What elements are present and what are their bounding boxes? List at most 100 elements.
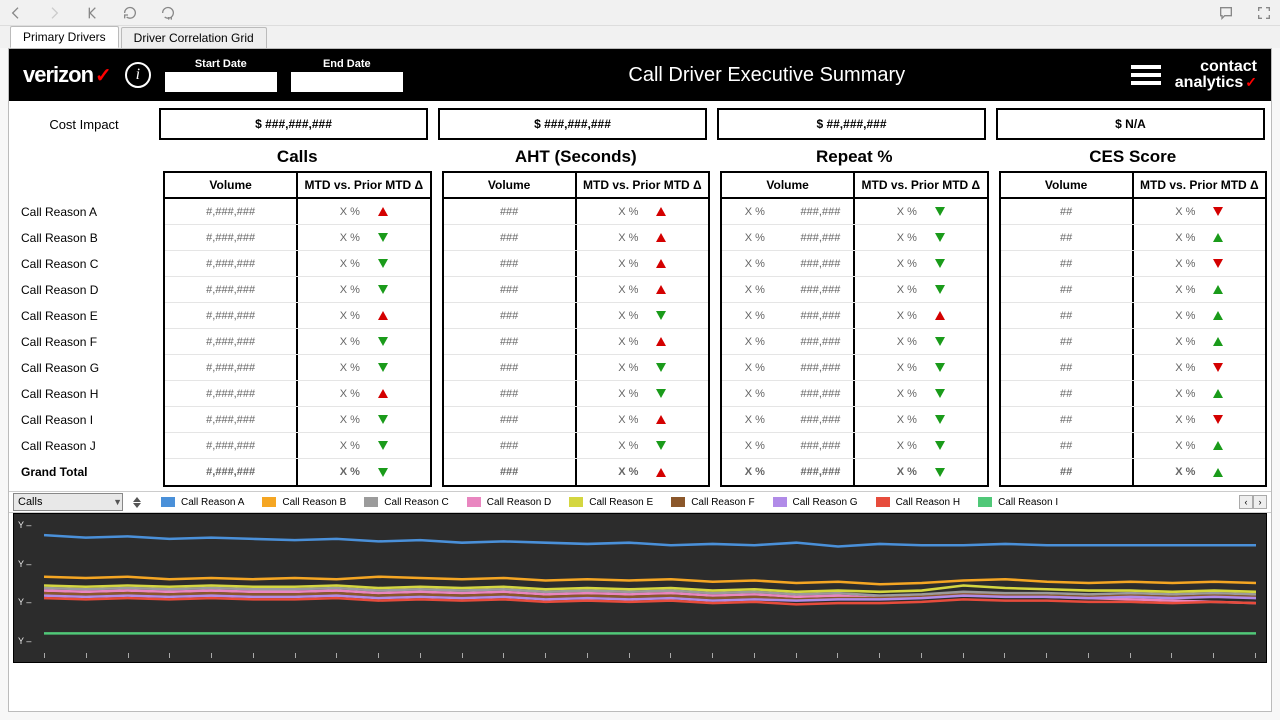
x-tick [796, 653, 797, 658]
table-row: X %###,###X % [722, 381, 987, 407]
x-tick [629, 653, 630, 658]
volume-cell: ### [444, 381, 577, 406]
cost-card-1[interactable]: $ ###,###,### [438, 108, 707, 140]
fullscreen-icon[interactable] [1254, 3, 1274, 23]
end-date-group: End Date [291, 58, 403, 92]
volume-cell: X %###,### [722, 303, 855, 328]
pause-refresh-icon[interactable] [158, 3, 178, 23]
delta-cell: X % [298, 433, 429, 458]
metric-title: Calls [163, 147, 432, 171]
delta-cell: X % [1134, 329, 1265, 354]
metric-block: CES ScoreVolumeMTD vs. Prior MTD Δ##X %#… [999, 147, 1268, 487]
legend-label: Call Reason F [691, 497, 754, 508]
table-row: #,###,###X % [165, 225, 430, 251]
reason-label: Call Reason E [13, 303, 163, 329]
metric-header-cell: Volume [722, 173, 855, 197]
table-row: ##X % [1001, 407, 1266, 433]
delta-cell: X % [855, 251, 986, 276]
legend-swatch [364, 497, 378, 507]
table-row: ###X % [444, 251, 709, 277]
delta-cell: X % [577, 381, 708, 406]
volume-cell: ### [444, 329, 577, 354]
legend-item[interactable]: Call Reason C [364, 497, 448, 508]
volume-cell: ## [1001, 433, 1134, 458]
table-row: ##X % [1001, 303, 1266, 329]
legend-item[interactable]: Call Reason A [161, 497, 244, 508]
menu-icon[interactable] [1131, 63, 1161, 87]
table-row: X %###,###X % [722, 251, 987, 277]
volume-cell: X %###,### [722, 329, 855, 354]
page-title: Call Driver Executive Summary [417, 64, 1117, 87]
legend-swatch [876, 497, 890, 507]
metric-stepper[interactable] [133, 497, 141, 508]
x-tick [1213, 653, 1214, 658]
delta-cell: X % [855, 355, 986, 380]
chart-metric-select[interactable]: Calls▼ [13, 493, 123, 511]
tab-driver-correlation-grid[interactable]: Driver Correlation Grid [121, 27, 267, 48]
x-tick [712, 653, 713, 658]
delta-cell: X % [1134, 433, 1265, 458]
volume-cell: ### [444, 433, 577, 458]
arrow-down-icon [935, 207, 945, 216]
x-tick [1004, 653, 1005, 658]
metric-header: VolumeMTD vs. Prior MTD Δ [999, 171, 1268, 199]
x-tick [1171, 653, 1172, 658]
arrow-down-icon [935, 468, 945, 477]
y-tick: Y – [18, 559, 31, 569]
cost-impact-label: Cost Impact [9, 117, 159, 132]
reason-label: Call Reason H [13, 381, 163, 407]
back-icon[interactable] [6, 3, 26, 23]
volume-cell: X %###,### [722, 355, 855, 380]
arrow-down-icon [656, 389, 666, 398]
cost-card-0[interactable]: $ ###,###,### [159, 108, 428, 140]
x-tick [253, 653, 254, 658]
volume-cell: ## [1001, 459, 1134, 485]
arrow-up-icon [378, 389, 388, 398]
volume-cell: #,###,### [165, 251, 298, 276]
legend-item[interactable]: Call Reason F [671, 497, 754, 508]
cost-card-2[interactable]: $ ##,###,### [717, 108, 986, 140]
x-tick [336, 653, 337, 658]
forward-icon[interactable] [44, 3, 64, 23]
metric-header-cell: Volume [1001, 173, 1134, 197]
x-tick [420, 653, 421, 658]
legend-scroll[interactable]: ‹› [1239, 495, 1267, 509]
refresh-icon[interactable] [120, 3, 140, 23]
delta-cell: X % [577, 329, 708, 354]
table-row: X %###,###X % [722, 225, 987, 251]
legend-item[interactable]: Call Reason I [978, 497, 1058, 508]
chart-series-line [44, 535, 1256, 546]
volume-cell: X %###,### [722, 251, 855, 276]
volume-cell: ## [1001, 303, 1134, 328]
arrow-up-icon [656, 285, 666, 294]
arrow-down-icon [935, 415, 945, 424]
metric-body: ###X %###X %###X %###X %###X %###X %###X… [442, 199, 711, 487]
delta-cell: X % [577, 277, 708, 302]
volume-cell: ## [1001, 407, 1134, 432]
info-icon[interactable]: i [125, 62, 151, 88]
arrow-up-icon [656, 207, 666, 216]
end-date-input[interactable] [291, 72, 403, 92]
cost-card-3[interactable]: $ N/A [996, 108, 1265, 140]
comment-icon[interactable] [1216, 3, 1236, 23]
reason-column: Call Reason ACall Reason BCall Reason CC… [13, 147, 163, 487]
legend-swatch [161, 497, 175, 507]
legend-swatch [773, 497, 787, 507]
legend-item[interactable]: Call Reason E [569, 497, 653, 508]
delta-cell: X % [855, 277, 986, 302]
start-date-input[interactable] [165, 72, 277, 92]
legend-item[interactable]: Call Reason G [773, 497, 858, 508]
legend-item[interactable]: Call Reason H [876, 497, 960, 508]
arrow-down-icon [378, 441, 388, 450]
legend-item[interactable]: Call Reason B [262, 497, 346, 508]
arrow-down-icon [656, 363, 666, 372]
x-tick [503, 653, 504, 658]
legend-label: Call Reason I [998, 497, 1058, 508]
volume-cell: ### [444, 277, 577, 302]
arrow-down-icon [935, 441, 945, 450]
first-page-icon[interactable] [82, 3, 102, 23]
legend-item[interactable]: Call Reason D [467, 497, 551, 508]
tab-primary-drivers[interactable]: Primary Drivers [10, 26, 119, 48]
metric-body: X %###,###X %X %###,###X %X %###,###X %X… [720, 199, 989, 487]
legend-label: Call Reason A [181, 497, 244, 508]
